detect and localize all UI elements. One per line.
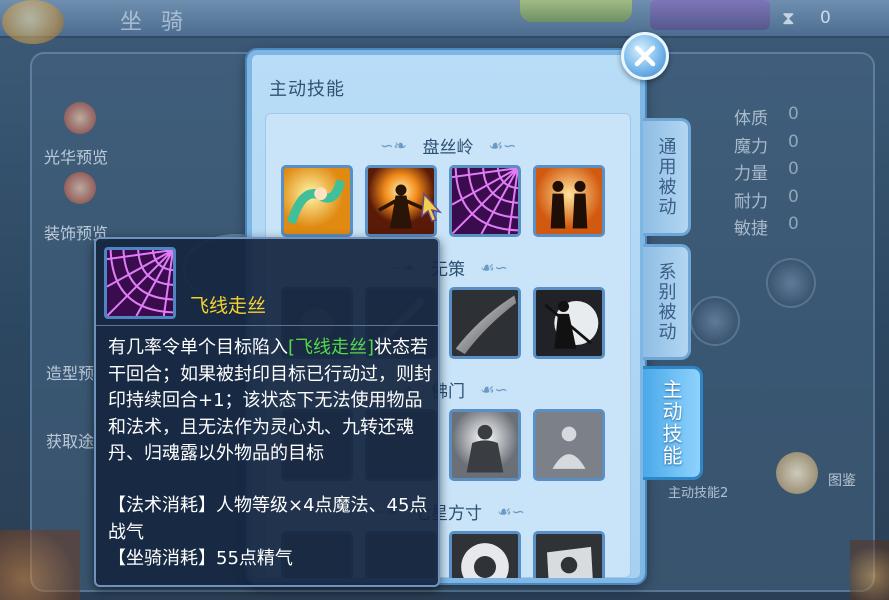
top-banner-button[interactable] (520, 0, 632, 22)
spider-web-icon (107, 250, 173, 316)
swirl-ornament-icon: ∽❧ (380, 135, 407, 155)
tooltip-mount-cost: 【坐骑消耗】55点精气 (108, 548, 293, 569)
tab-label: 通用被动 (655, 137, 677, 217)
tab-label: 主动技能 (659, 379, 683, 467)
twin-figures-icon (536, 168, 602, 234)
close-button[interactable] (621, 32, 669, 80)
top-right-banner[interactable] (650, 0, 770, 30)
skill-slot-button[interactable] (690, 296, 740, 346)
top-bar: 坐 骑 ⧗ 0 (0, 0, 889, 44)
map-label[interactable]: 图鉴 (828, 470, 856, 490)
tooltip-description: 有几率令单个目标陷入[飞线走丝]状态若干回合；如果被封印目标已行动过，则封印持续… (108, 335, 434, 468)
tab-general-passive[interactable]: 通用被动 (643, 118, 691, 236)
skill-slot-warrior[interactable] (533, 287, 605, 359)
decor-art-left (0, 530, 80, 600)
warrior-moon-icon (536, 290, 602, 356)
description-text: 有几率令单个目标陷入 (108, 337, 288, 358)
section-header: ∽❧ 盘丝岭 ☙∽ (265, 133, 631, 159)
skill-slot-monk[interactable] (533, 409, 605, 481)
stat-agility: 敏捷 0 (734, 214, 799, 239)
hourglass-icon: ⧗ (782, 8, 795, 29)
swirl-ornament-icon: ☙∽ (480, 257, 508, 277)
tooltip-magic-cost: 【法术消耗】人物等级×4点魔法、45点战气 (108, 495, 428, 543)
buddha-skill-icon (452, 412, 518, 478)
skill-slot-spirit[interactable] (281, 165, 353, 237)
close-icon (634, 45, 656, 67)
swirl-ornament-icon: ☙∽ (480, 379, 508, 399)
light-preview-icon[interactable] (64, 102, 96, 134)
map-icon[interactable] (776, 452, 818, 494)
description-highlight: [飞线走丝] (288, 337, 375, 358)
talisman-skill-icon (536, 534, 602, 578)
tooltip-skill-icon (104, 247, 176, 319)
spirit-skill-icon (284, 168, 350, 234)
lock-slot-button[interactable] (766, 258, 816, 308)
skill-slot-slash[interactable] (449, 287, 521, 359)
tab-school-passive[interactable]: 系别被动 (643, 244, 691, 360)
skill-slot-twin[interactable] (533, 165, 605, 237)
skill-slot-web[interactable] (449, 165, 521, 237)
skill-slot-talisman[interactable] (533, 531, 605, 578)
side-item-appearance[interactable]: 造型预 (46, 360, 94, 384)
tab-active-skills[interactable]: 主动技能 (643, 366, 703, 480)
side-item-light-preview[interactable]: 光华预览 (44, 144, 108, 168)
skill2-label: 主动技能2 (668, 486, 729, 501)
top-counter: 0 (820, 8, 831, 28)
side-item-obtain[interactable]: 获取途 (46, 428, 94, 452)
page-title: 坐 骑 (120, 10, 189, 35)
mascot-avatar[interactable] (2, 0, 64, 44)
slash-skill-icon (452, 290, 518, 356)
stat-endurance: 耐力 0 (734, 187, 799, 212)
skill-slot-taiji[interactable] (449, 531, 521, 578)
skill-tooltip: 飞线走丝 有几率令单个目标陷入[飞线走丝]状态若干回合；如果被封印目标已行动过，… (94, 237, 440, 587)
tooltip-divider (96, 325, 438, 326)
decoration-preview-icon[interactable] (64, 172, 96, 204)
monk-skill-icon (536, 412, 602, 478)
section-name: 盘丝岭 (422, 138, 474, 158)
stat-magic: 魔力 0 (734, 132, 799, 157)
panel-title: 主动技能 (269, 79, 345, 100)
selection-arrow-icon (421, 192, 443, 222)
swirl-ornament-icon: ☙∽ (497, 501, 525, 521)
skill-slot-buddha[interactable] (449, 409, 521, 481)
tooltip-skill-name: 飞线走丝 (190, 295, 267, 317)
taiji-skill-icon (452, 534, 518, 578)
stat-strength: 力量 0 (734, 159, 799, 184)
tab-label: 系别被动 (655, 262, 677, 342)
swirl-ornament-icon: ☙∽ (488, 135, 517, 155)
stat-constitution: 体质 0 (734, 104, 799, 129)
decor-art-right (850, 540, 889, 600)
spider-web-icon (452, 168, 518, 234)
